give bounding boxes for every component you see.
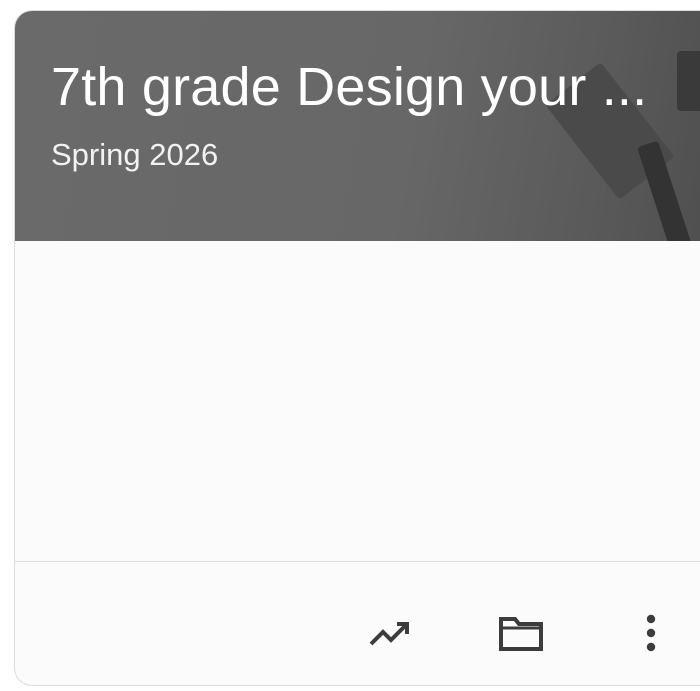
footer-divider bbox=[15, 561, 700, 562]
trending-up-icon bbox=[369, 622, 409, 646]
more-options-button[interactable] bbox=[621, 603, 681, 663]
folder-button[interactable] bbox=[491, 603, 551, 663]
progress-button[interactable] bbox=[361, 603, 421, 663]
class-card-header[interactable]: 7th grade Design your ... Spring 2026 bbox=[15, 11, 700, 241]
class-title[interactable]: 7th grade Design your ... bbox=[51, 55, 661, 119]
class-subtitle: Spring 2026 bbox=[51, 137, 219, 172]
more-vert-icon bbox=[646, 614, 656, 652]
class-card[interactable]: 7th grade Design your ... Spring 2026 bbox=[14, 10, 700, 686]
folder-icon bbox=[499, 617, 543, 651]
banner-image-block bbox=[677, 51, 700, 111]
